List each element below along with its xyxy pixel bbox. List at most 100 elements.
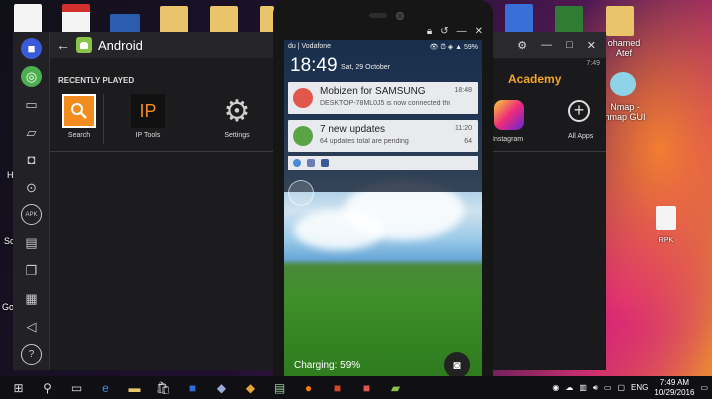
minimize-icon[interactable]: — bbox=[541, 39, 552, 51]
android-icon bbox=[76, 37, 92, 53]
network-icon[interactable] bbox=[505, 4, 533, 34]
all-apps-label: All Apps bbox=[568, 133, 594, 140]
notification-updates[interactable]: 7 new updates 64 updates total are pendi… bbox=[288, 120, 478, 152]
app-label: Settings bbox=[224, 132, 250, 139]
help-icon[interactable]: ? bbox=[21, 344, 42, 365]
document-icon[interactable] bbox=[110, 14, 140, 34]
instagram-label: Instagram bbox=[492, 136, 524, 143]
status-bar: du | Vodafone 👁︎ ⏰︎ ◈ ▲ 59% bbox=[288, 43, 478, 52]
copy-icon[interactable]: ❐ bbox=[21, 260, 42, 281]
notification-title: 7 new updates bbox=[320, 124, 386, 135]
outlook-icon[interactable]: ■ bbox=[182, 377, 203, 398]
academy-logo-text: Academy bbox=[508, 72, 562, 86]
notification-title: Mobizen for SAMSUNG bbox=[320, 86, 426, 97]
network-icon[interactable]: ▥ bbox=[579, 383, 587, 392]
notification-text: DESKTOP-78ML0J5 is now connected thro... bbox=[320, 100, 450, 107]
date: Sat, 29 October bbox=[341, 64, 391, 71]
facebook-icon bbox=[321, 159, 329, 167]
taskbar-clock[interactable]: 7:49 AM 10/29/2016 bbox=[654, 378, 694, 398]
mobizen-icon[interactable]: ■ bbox=[356, 377, 377, 398]
camera-icon[interactable]: ◙ bbox=[444, 352, 470, 378]
rotate-icon[interactable]: ↺ bbox=[440, 26, 448, 37]
file-icon[interactable] bbox=[14, 4, 42, 34]
close-icon[interactable]: ✕ bbox=[475, 26, 483, 37]
chat-icon[interactable]: ◎ bbox=[21, 66, 42, 87]
window-time: 7:49 bbox=[586, 60, 600, 67]
cloud bbox=[294, 210, 384, 250]
language-indicator[interactable]: ENG bbox=[631, 383, 648, 392]
window-icon[interactable]: ▭ bbox=[21, 94, 42, 115]
bluestacks-sidebar: ■ ◎ ▭ ▱ ◘ ⊙ APK ▤ ❐ ▦ ◁ ? bbox=[13, 32, 50, 370]
instagram-icon bbox=[307, 159, 315, 167]
minimize-icon[interactable]: — bbox=[457, 26, 467, 37]
desktop-label-rpk: RPK bbox=[658, 237, 674, 244]
firefox-icon[interactable]: ● bbox=[298, 377, 319, 398]
volume-icon[interactable]: 🔊︎ bbox=[593, 383, 598, 393]
taskbar-time: 7:49 AM bbox=[659, 377, 690, 387]
system-tray: ◉ ☁︎ ▥ 🔊︎ ▭ ▢ ENG 7:49 AM 10/29/2016 ▭ bbox=[552, 376, 708, 399]
all-apps-icon[interactable]: + bbox=[568, 100, 590, 122]
desktop-label-nmap: Nmap - nmap GUI bbox=[604, 102, 646, 122]
volume-icon[interactable]: ◁ bbox=[21, 316, 42, 337]
divider bbox=[488, 151, 606, 152]
status-icons: 👁︎ ⏰︎ ◈ ▲ 59% bbox=[429, 44, 478, 51]
speaker-grille bbox=[369, 13, 387, 18]
notification-mobizen[interactable]: Mobizen for SAMSUNG DESKTOP-78ML0J5 is n… bbox=[288, 82, 478, 114]
notification-time: 18:48 bbox=[454, 87, 472, 94]
file-explorer-icon[interactable]: ▬ bbox=[124, 377, 145, 398]
store-icon[interactable]: 🛍︎ bbox=[153, 377, 174, 398]
divider bbox=[103, 94, 104, 144]
app-icon[interactable]: ◆ bbox=[240, 377, 261, 398]
notification-text: 64 updates total are pending bbox=[320, 138, 409, 145]
app-search[interactable]: Search bbox=[49, 94, 109, 139]
folder-icon[interactable]: ▤ bbox=[21, 232, 42, 253]
bluestacks-header: ← Android bbox=[50, 32, 276, 58]
desktop-label-mohamed: ohamed Atef bbox=[607, 38, 641, 58]
search-icon bbox=[62, 94, 96, 128]
notepad-icon[interactable]: ▤ bbox=[269, 377, 290, 398]
messenger-icon bbox=[293, 159, 301, 167]
app-icon[interactable]: ◆ bbox=[211, 377, 232, 398]
charging-status: Charging: 59% bbox=[294, 360, 361, 371]
maximize-icon[interactable]: □ bbox=[566, 39, 573, 51]
battery-icon[interactable]: ▭ bbox=[604, 383, 612, 392]
settings-icon[interactable]: ⚙ bbox=[517, 39, 527, 52]
bluestacks-icon[interactable]: ▰ bbox=[385, 377, 406, 398]
back-arrow-icon[interactable]: ← bbox=[50, 37, 76, 53]
user-folder-icon[interactable] bbox=[606, 6, 634, 36]
edge-icon[interactable]: e bbox=[95, 377, 116, 398]
rotate-icon[interactable]: ▱ bbox=[21, 122, 42, 143]
action-center-icon[interactable]: ▭ bbox=[700, 383, 708, 392]
app-ip-tools[interactable]: IP IP Tools bbox=[118, 94, 178, 139]
play-store-icon bbox=[293, 126, 313, 146]
tray-app-icon[interactable]: ◉ bbox=[552, 383, 559, 392]
task-view-icon[interactable]: ▭ bbox=[66, 377, 87, 398]
mirror-toolbar: 🔒︎ ↺ — ✕ bbox=[427, 26, 483, 37]
instagram-icon[interactable] bbox=[494, 100, 524, 130]
camera-icon[interactable]: ◘ bbox=[21, 149, 42, 170]
apk-icon[interactable]: APK bbox=[21, 204, 42, 225]
lock-icon[interactable]: 🔒︎ bbox=[427, 26, 432, 37]
eye-icon[interactable] bbox=[610, 72, 636, 96]
close-icon[interactable]: ✕ bbox=[587, 39, 596, 52]
pdf-icon[interactable] bbox=[62, 4, 90, 34]
notification-icons-row[interactable] bbox=[288, 156, 478, 170]
notification-icon[interactable]: ▢ bbox=[617, 383, 625, 392]
front-camera bbox=[396, 12, 404, 20]
notification-count: 64 bbox=[464, 138, 472, 145]
search-icon[interactable]: ⚲ bbox=[37, 377, 58, 398]
phone-screen[interactable]: du | Vodafone 👁︎ ⏰︎ ◈ ▲ 59% 18:49 Sat, 2… bbox=[284, 40, 482, 382]
phone-mirror: 🔒︎ ↺ — ✕ du | Vodafone 👁︎ ⏰︎ ◈ ▲ 59% 18:… bbox=[273, 0, 493, 382]
rpk-file-icon[interactable] bbox=[656, 206, 676, 230]
battery-icon[interactable] bbox=[288, 180, 314, 206]
paste-icon[interactable]: ▦ bbox=[21, 288, 42, 309]
windows-start-icon[interactable]: ⊞ bbox=[8, 377, 29, 398]
video-icon[interactable]: ■ bbox=[21, 38, 42, 59]
onedrive-icon[interactable]: ☁︎ bbox=[565, 383, 573, 392]
location-icon[interactable]: ⊙ bbox=[21, 177, 42, 198]
divider bbox=[50, 151, 276, 152]
app-settings[interactable]: ⚙ Settings bbox=[207, 94, 267, 140]
app-label: IP Tools bbox=[135, 132, 161, 139]
ip-tools-icon: IP bbox=[131, 94, 165, 128]
powerpoint-icon[interactable]: ■ bbox=[327, 377, 348, 398]
